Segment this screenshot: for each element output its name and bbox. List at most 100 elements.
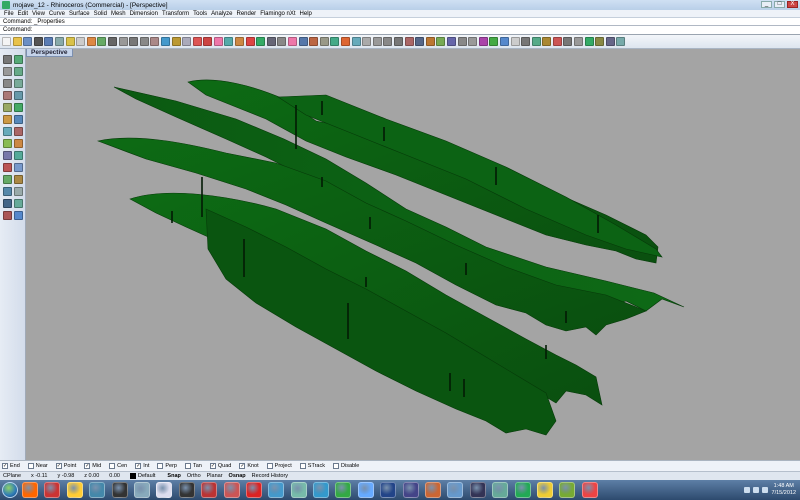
menu-help[interactable]: Help [300,11,312,17]
osnap-end[interactable]: ✓ End [2,463,20,469]
taskbar-app-icon[interactable] [223,482,240,498]
osnap-checkbox[interactable] [109,463,116,469]
sidebar-tool-icon[interactable] [14,175,23,184]
sidebar-tool-icon[interactable] [14,199,23,208]
sidebar-tool-icon[interactable] [3,103,12,112]
toolbar-tool-icon[interactable] [224,37,234,46]
menu-solid[interactable]: Solid [94,11,107,17]
toolbar-tool-icon[interactable] [542,37,552,46]
osnap-checkbox[interactable]: ✓ [2,463,8,469]
menu-analyze[interactable]: Analyze [211,11,232,17]
sidebar-tool-icon[interactable] [14,115,23,124]
sidebar-tool-icon[interactable] [3,199,12,208]
toolbar-tool-icon[interactable] [383,37,393,46]
osnap-strack[interactable]: STrack [299,463,325,469]
sidebar-tool-icon[interactable] [3,163,12,172]
taskbar-app-icon[interactable] [313,482,330,498]
status-pane-planar[interactable]: Planar [207,473,223,479]
toolbar-tool-icon[interactable] [372,37,382,46]
toolbar-tool-icon[interactable] [309,37,319,46]
toolbar-tool-icon[interactable] [12,37,22,46]
osnap-disable[interactable]: Disable [333,463,359,469]
taskbar-app-icon[interactable] [268,482,285,498]
toolbar-tool-icon[interactable] [605,37,615,46]
model-canvas[interactable] [26,49,800,460]
taskbar-app-icon[interactable] [380,482,397,498]
taskbar-app-icon[interactable] [44,482,61,498]
sidebar-tool-icon[interactable] [3,139,12,148]
osnap-checkbox[interactable]: ✓ [209,463,216,469]
sidebar-tool-icon[interactable] [3,55,12,64]
toolbar-tool-icon[interactable] [129,37,139,46]
sidebar-tool-icon[interactable] [3,151,12,160]
minimize-button[interactable]: _ [761,1,772,8]
tray-icon[interactable] [752,487,759,493]
sidebar-tool-icon[interactable] [14,163,23,172]
toolbar-tool-icon[interactable] [415,37,425,46]
osnap-checkbox[interactable]: ✓ [135,463,142,469]
sidebar-tool-icon[interactable] [3,127,12,136]
toolbar-tool-icon[interactable] [446,37,456,46]
clock[interactable]: 1:48 AM 7/15/2012 [772,483,796,497]
toolbar-tool-icon[interactable] [319,37,329,46]
taskbar-app-icon[interactable] [245,482,262,498]
osnap-point[interactable]: ✓ Point [55,463,76,469]
sidebar-tool-icon[interactable] [3,79,12,88]
status-pane-record-history[interactable]: Record History [252,473,288,479]
toolbar-tool-icon[interactable] [584,37,594,46]
toolbar-tool-icon[interactable] [235,37,245,46]
toolbar-tool-icon[interactable] [23,37,33,46]
toolbar-tool-icon[interactable] [192,37,202,46]
osnap-near[interactable]: Near [27,463,48,469]
osnap-int[interactable]: ✓ Int [135,463,149,469]
osnap-knot[interactable]: ✓ Knot [239,463,259,469]
osnap-checkbox[interactable] [299,463,306,469]
menu-surface[interactable]: Surface [69,11,90,17]
osnap-perp[interactable]: Perp [157,463,177,469]
current-layer[interactable]: Default [129,473,155,479]
status-pane-ortho[interactable]: Ortho [187,473,201,479]
toolbar-tool-icon[interactable] [478,37,488,46]
toolbar-tool-icon[interactable] [563,37,573,46]
close-button[interactable]: X [787,1,798,8]
taskbar-app-icon[interactable] [514,482,531,498]
taskbar-app-icon[interactable] [469,482,486,498]
menu-curve[interactable]: Curve [49,11,65,17]
sidebar-tool-icon[interactable] [3,67,12,76]
osnap-checkbox[interactable] [266,463,273,469]
menu-view[interactable]: View [32,11,45,17]
sidebar-tool-icon[interactable] [14,127,23,136]
toolbar-tool-icon[interactable] [65,37,75,46]
toolbar-tool-icon[interactable] [160,37,170,46]
menu-tools[interactable]: Tools [193,11,207,17]
toolbar-tool-icon[interactable] [33,37,43,46]
sidebar-tool-icon[interactable] [14,187,23,196]
taskbar-app-icon[interactable] [559,482,576,498]
viewport-tab-perspective[interactable]: Perspective [26,49,73,57]
taskbar-app-icon[interactable] [581,482,598,498]
toolbar-tool-icon[interactable] [531,37,541,46]
toolbar-tool-icon[interactable] [457,37,467,46]
osnap-checkbox[interactable] [184,463,191,469]
toolbar-tool-icon[interactable] [150,37,160,46]
start-button[interactable] [2,482,18,498]
sidebar-tool-icon[interactable] [3,175,12,184]
toolbar-tool-icon[interactable] [277,37,287,46]
toolbar-tool-icon[interactable] [341,37,350,46]
toolbar-tool-icon[interactable] [203,37,213,46]
menu-dimension[interactable]: Dimension [130,11,158,17]
sidebar-tool-icon[interactable] [3,115,12,124]
toolbar-tool-icon[interactable] [2,37,11,46]
toolbar-tool-icon[interactable] [139,37,149,46]
osnap-checkbox[interactable] [333,463,339,469]
taskbar-app-icon[interactable] [492,482,509,498]
toolbar-tool-icon[interactable] [468,37,478,46]
toolbar-tool-icon[interactable] [54,37,64,46]
command-prompt-input[interactable]: Command: [0,26,800,35]
osnap-checkbox[interactable]: ✓ [239,463,246,469]
taskbar-app-icon[interactable] [66,482,83,498]
tray-icon[interactable] [743,487,750,493]
menu-transform[interactable]: Transform [162,11,189,17]
sidebar-tool-icon[interactable] [14,139,23,148]
status-pane-osnap[interactable]: Osnap [229,473,246,479]
